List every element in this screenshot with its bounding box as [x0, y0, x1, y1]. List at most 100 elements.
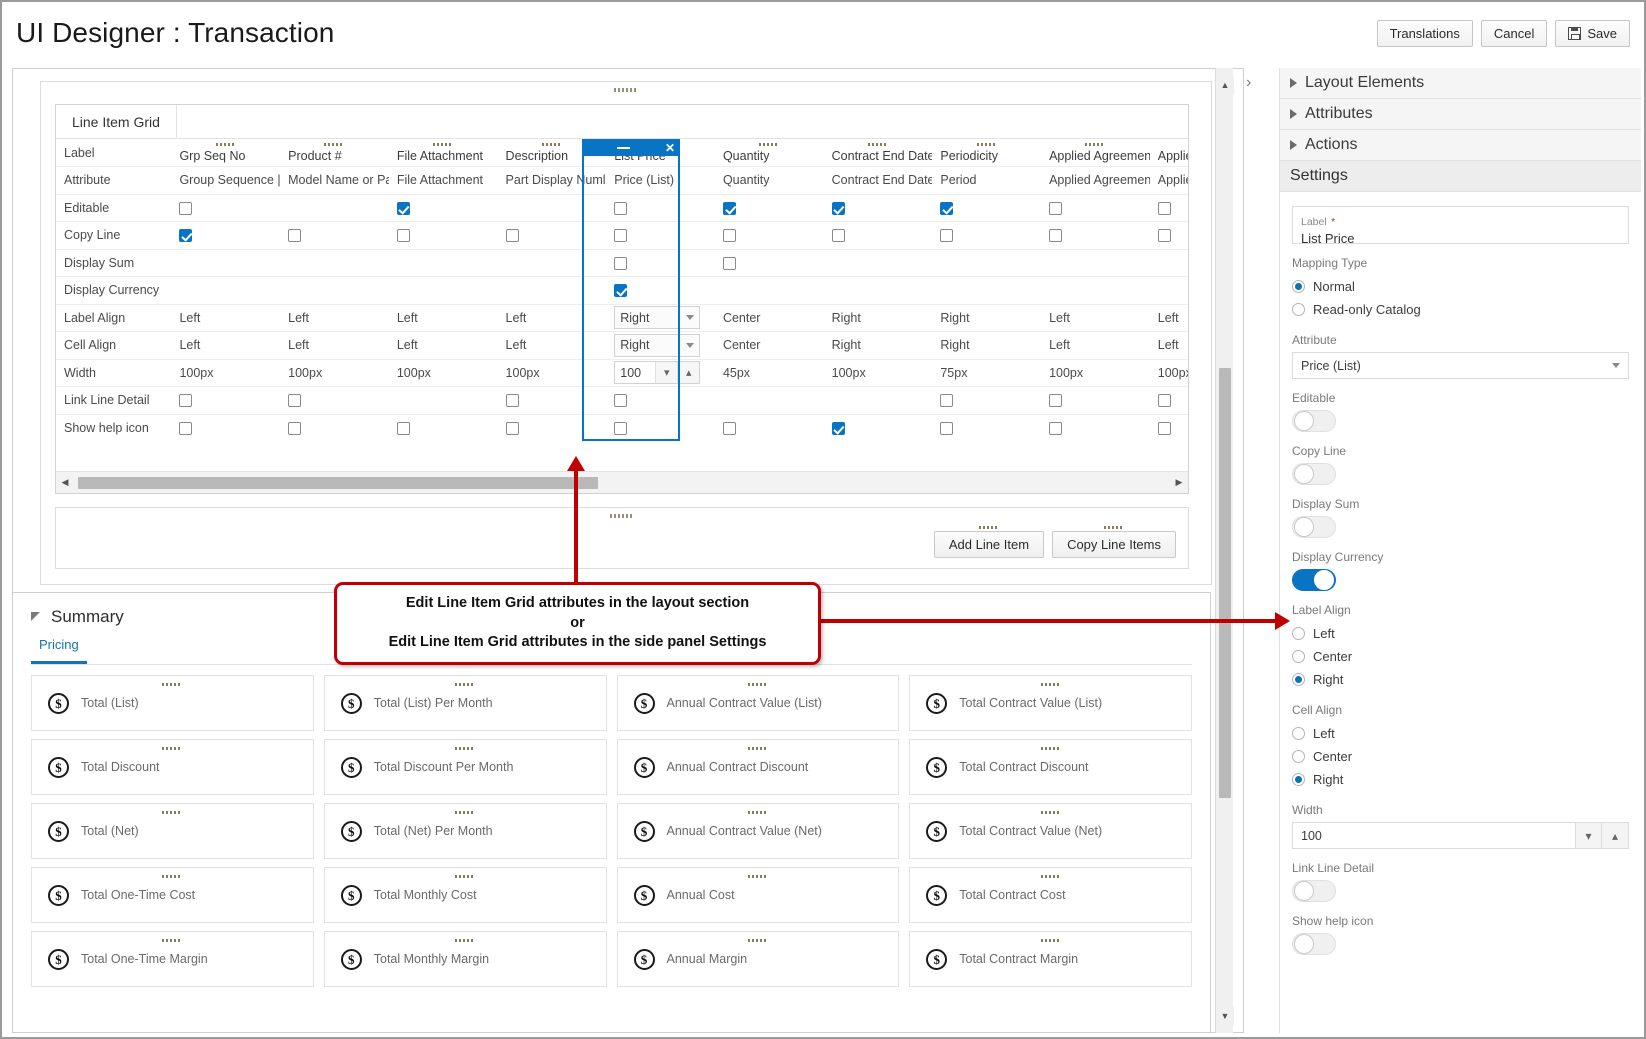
checkbox-icon[interactable]	[723, 257, 736, 270]
checkbox-icon[interactable]	[288, 422, 301, 435]
checkbox-icon[interactable]	[940, 229, 953, 242]
summary-card[interactable]: $Total (List) Per Month	[324, 675, 607, 731]
width-increment-icon[interactable]: ▴	[1602, 822, 1629, 849]
checkbox-icon[interactable]	[614, 257, 627, 270]
checkbox-icon[interactable]	[723, 202, 736, 215]
radio-icon[interactable]	[1292, 750, 1305, 763]
card-drag-handle-icon[interactable]	[162, 939, 182, 942]
radio-icon[interactable]	[1292, 627, 1305, 640]
translations-button[interactable]: Translations	[1377, 20, 1473, 47]
card-drag-handle-icon[interactable]	[455, 939, 475, 942]
card-drag-handle-icon[interactable]	[162, 875, 182, 878]
summary-card[interactable]: $Total Monthly Margin	[324, 931, 607, 987]
card-drag-handle-icon[interactable]	[162, 811, 182, 814]
checkbox-icon[interactable]	[179, 202, 192, 215]
save-button[interactable]: Save	[1555, 20, 1630, 47]
card-drag-handle-icon[interactable]	[455, 683, 475, 686]
grid-column-header-cell[interactable]: Applied Agreemen	[1150, 139, 1188, 167]
column-drag-handle-icon[interactable]	[1085, 143, 1105, 146]
display-currency-toggle[interactable]	[1292, 569, 1336, 591]
checkbox-icon[interactable]	[723, 229, 736, 242]
summary-card[interactable]: $Annual Contract Value (Net)	[617, 803, 900, 859]
radio-icon[interactable]	[1292, 303, 1305, 316]
checkbox-icon[interactable]	[1158, 422, 1171, 435]
radio-icon[interactable]	[1292, 727, 1305, 740]
scroll-right-arrow-icon[interactable]: ▶	[1170, 477, 1188, 488]
checkbox-icon[interactable]	[1158, 202, 1171, 215]
align-select[interactable]: Right	[614, 306, 700, 329]
minimize-icon[interactable]	[617, 147, 630, 149]
checkbox-icon[interactable]	[940, 422, 953, 435]
summary-card[interactable]: $Annual Contract Discount	[617, 739, 900, 795]
copy-line-items-button[interactable]: Copy Line Items	[1052, 531, 1176, 558]
card-drag-handle-icon[interactable]	[748, 939, 768, 942]
accordion-actions[interactable]: Actions	[1280, 130, 1641, 161]
card-drag-handle-icon[interactable]	[455, 747, 475, 750]
summary-card[interactable]: $Total Discount	[31, 739, 314, 795]
tab-pricing[interactable]: Pricing	[31, 637, 87, 664]
checkbox-icon[interactable]	[397, 202, 410, 215]
checkbox-icon[interactable]	[397, 229, 410, 242]
checkbox-icon[interactable]	[506, 229, 519, 242]
checkbox-icon[interactable]	[832, 229, 845, 242]
checkbox-icon[interactable]	[1049, 394, 1062, 407]
checkbox-icon[interactable]	[179, 422, 192, 435]
grid-column-header-cell[interactable]: Applied Agreemen	[1041, 139, 1150, 167]
column-drag-handle-icon[interactable]	[759, 143, 779, 146]
grid-width-cell[interactable]: 100▾▴	[606, 359, 715, 387]
accordion-settings[interactable]: Settings	[1280, 161, 1641, 192]
checkbox-icon[interactable]	[614, 422, 627, 435]
checkbox-icon[interactable]	[1158, 394, 1171, 407]
summary-card[interactable]: $Total Contract Discount	[909, 739, 1192, 795]
column-drag-handle-icon[interactable]	[542, 143, 562, 146]
summary-card[interactable]: $Annual Contract Value (List)	[617, 675, 900, 731]
grid-column-header-cell[interactable]: Product #	[280, 139, 389, 167]
editable-toggle[interactable]	[1292, 410, 1336, 432]
width-stepper[interactable]: 100▾▴	[614, 361, 700, 384]
grid-hscroll-track[interactable]	[74, 477, 1170, 489]
card-drag-handle-icon[interactable]	[1041, 939, 1061, 942]
column-drag-handle-icon[interactable]	[977, 143, 997, 146]
card-drag-handle-icon[interactable]	[162, 683, 182, 686]
width-decrement-icon[interactable]: ▾	[655, 362, 677, 383]
checkbox-icon[interactable]	[1049, 229, 1062, 242]
display-sum-toggle[interactable]	[1292, 516, 1336, 538]
radio-icon[interactable]	[1292, 650, 1305, 663]
summary-card[interactable]: $Annual Cost	[617, 867, 900, 923]
card-drag-handle-icon[interactable]	[748, 747, 768, 750]
cell-align-option-right[interactable]: Right	[1292, 768, 1629, 791]
grid-horizontal-scrollbar[interactable]: ◀ ▶	[56, 471, 1188, 493]
grid-column-header-cell[interactable]: Grp Seq No	[171, 139, 280, 167]
grid-column-header-cell[interactable]: File Attachment	[389, 139, 498, 167]
mapping-type-option-readonly-catalog[interactable]: Read-only Catalog	[1292, 298, 1629, 321]
summary-card[interactable]: $Total One-Time Cost	[31, 867, 314, 923]
accordion-layout-elements[interactable]: Layout Elements	[1280, 68, 1641, 99]
summary-card[interactable]: $Total Contract Cost	[909, 867, 1192, 923]
card-drag-handle-icon[interactable]	[1041, 747, 1061, 750]
summary-card[interactable]: $Total Monthly Cost	[324, 867, 607, 923]
label-align-option-center[interactable]: Center	[1292, 645, 1629, 668]
grid-align-cell[interactable]: Right	[606, 304, 715, 332]
card-drag-handle-icon[interactable]	[162, 747, 182, 750]
card-drag-handle-icon[interactable]	[748, 875, 768, 878]
label-field[interactable]: Label * List Price	[1292, 206, 1629, 244]
line-item-grid-scroll-area[interactable]: LabelGrp Seq NoProduct #File AttachmentD…	[56, 139, 1188, 441]
checkbox-icon[interactable]	[506, 394, 519, 407]
summary-card[interactable]: $Total Contract Margin	[909, 931, 1192, 987]
card-drag-handle-icon[interactable]	[748, 811, 768, 814]
width-stepper[interactable]: 100 ▾ ▴	[1292, 822, 1629, 849]
cancel-button[interactable]: Cancel	[1481, 20, 1547, 47]
summary-card[interactable]: $Total Contract Value (Net)	[909, 803, 1192, 859]
card-drag-handle-icon[interactable]	[748, 683, 768, 686]
checkbox-icon[interactable]	[1049, 202, 1062, 215]
summary-card[interactable]: $Total (List)	[31, 675, 314, 731]
scroll-up-arrow-icon[interactable]: ▲	[1216, 76, 1234, 94]
cell-align-option-center[interactable]: Center	[1292, 745, 1629, 768]
scroll-left-arrow-icon[interactable]: ◀	[56, 477, 74, 488]
checkbox-icon[interactable]	[614, 394, 627, 407]
checkbox-icon[interactable]	[940, 394, 953, 407]
canvas-vertical-scrollbar[interactable]: ▲ ▼	[1215, 68, 1233, 1033]
checkbox-icon[interactable]	[288, 394, 301, 407]
checkbox-icon[interactable]	[506, 422, 519, 435]
card-drag-handle-icon[interactable]	[455, 811, 475, 814]
